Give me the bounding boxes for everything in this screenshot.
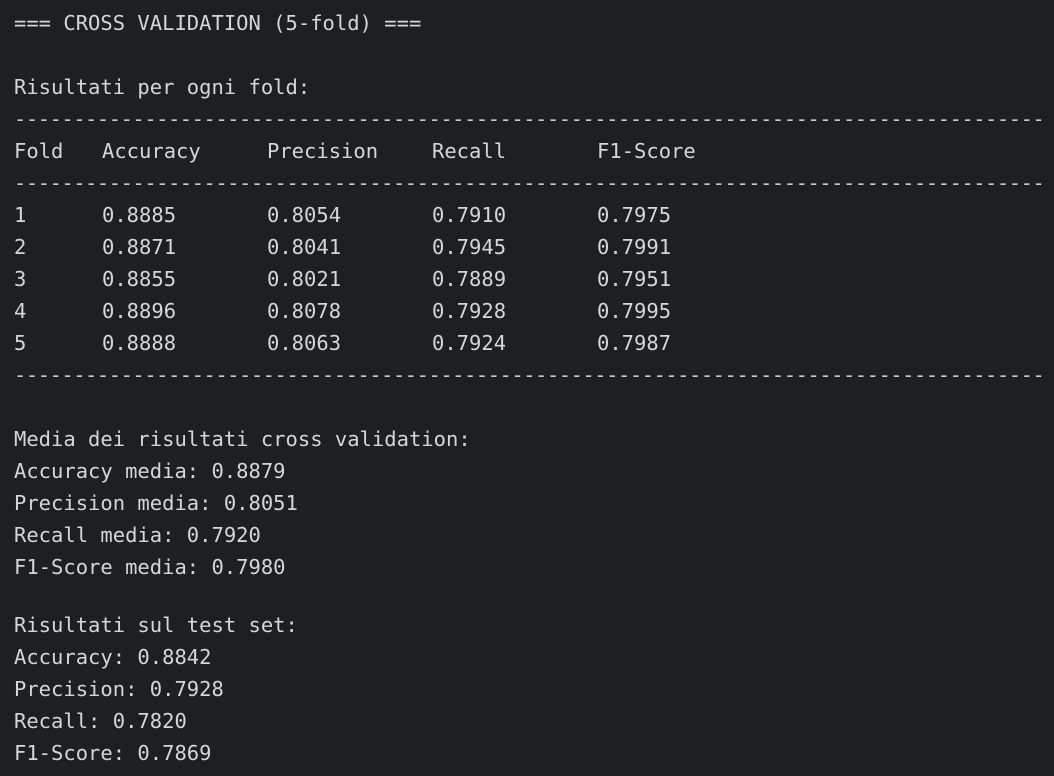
table-header-row: Fold Accuracy Precision Recall F1-Score [14,135,1044,167]
cell-accuracy: 0.8855 [102,267,177,291]
cell-f1: 0.7995 [597,299,672,323]
cell-recall: 0.7928 [432,299,507,323]
cell-f1: 0.7975 [597,203,672,227]
cell-fold: 3 [14,267,27,291]
test-f1: F1-Score: 0.7869 [14,741,212,765]
test-results-heading: Risultati sul test set: [14,613,298,637]
cv-title: === CROSS VALIDATION (5-fold) === [14,11,422,35]
cell-recall: 0.7924 [432,331,507,355]
cell-recall: 0.7945 [432,235,507,259]
cv-accuracy-mean: Accuracy media: 0.8879 [14,459,286,483]
cell-precision: 0.8054 [267,203,342,227]
separator-line: ----------------------------------------… [14,171,1044,195]
cell-f1: 0.7987 [597,331,672,355]
cell-fold: 5 [14,331,27,355]
cell-f1: 0.7991 [597,235,672,259]
test-recall: Recall: 0.7820 [14,709,187,733]
table-row: 1 0.8885 0.8054 0.7910 0.7975 [14,199,1044,231]
cell-recall: 0.7910 [432,203,507,227]
cell-accuracy: 0.8888 [102,331,177,355]
table-row: 4 0.8896 0.8078 0.7928 0.7995 [14,295,1044,327]
header-recall: Recall [432,139,507,163]
cell-precision: 0.8021 [267,267,342,291]
cv-summary-heading: Media dei risultati cross validation: [14,427,471,451]
table-row: 5 0.8888 0.8063 0.7924 0.7987 [14,327,1044,359]
header-f1: F1-Score [597,139,696,163]
cell-precision: 0.8078 [267,299,342,323]
cell-accuracy: 0.8885 [102,203,177,227]
test-accuracy: Accuracy: 0.8842 [14,645,212,669]
cell-precision: 0.8041 [267,235,342,259]
header-accuracy: Accuracy [102,139,201,163]
cell-accuracy: 0.8896 [102,299,177,323]
cell-fold: 1 [14,203,27,227]
cell-fold: 4 [14,299,27,323]
cell-accuracy: 0.8871 [102,235,177,259]
cell-recall: 0.7889 [432,267,507,291]
separator-line: ----------------------------------------… [14,107,1044,131]
cv-precision-mean: Precision media: 0.8051 [14,491,298,515]
cv-f1-mean: F1-Score media: 0.7980 [14,555,286,579]
per-fold-heading: Risultati per ogni fold: [14,75,311,99]
header-precision: Precision [267,139,379,163]
header-fold: Fold [14,139,64,163]
cell-f1: 0.7951 [597,267,672,291]
cell-precision: 0.8063 [267,331,342,355]
separator-line: ----------------------------------------… [14,363,1044,387]
table-row: 3 0.8855 0.8021 0.7889 0.7951 [14,263,1044,295]
table-row: 2 0.8871 0.8041 0.7945 0.7991 [14,231,1044,263]
cell-fold: 2 [14,235,27,259]
test-precision: Precision: 0.7928 [14,677,224,701]
cv-recall-mean: Recall media: 0.7920 [14,523,261,547]
console-output: === CROSS VALIDATION (5-fold) === Risult… [14,7,1044,773]
